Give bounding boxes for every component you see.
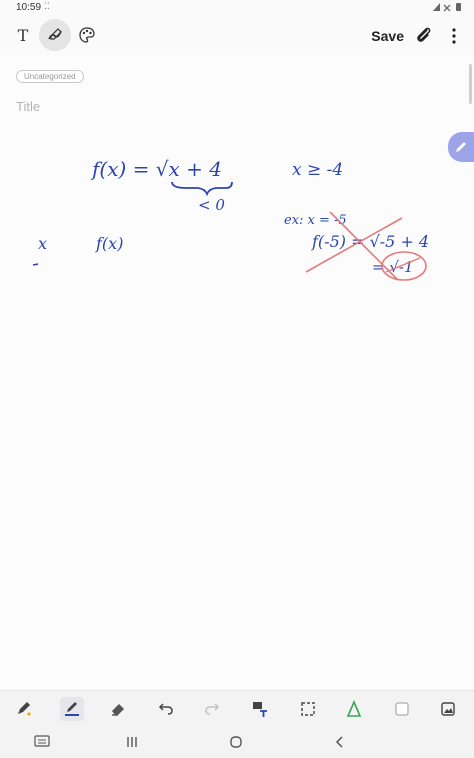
shape-icon (346, 700, 362, 717)
highlighter-icon (18, 702, 31, 716)
palette-icon (79, 27, 95, 43)
style-button[interactable] (71, 19, 103, 51)
status-time: 10:59 (16, 2, 42, 13)
insert-image-icon (441, 702, 455, 716)
ink-dash (32, 263, 39, 266)
keyboard-icon (34, 735, 50, 747)
ink-example: ex: x = -5 (284, 213, 347, 228)
undo-button[interactable] (154, 697, 178, 721)
ink-evaluation: f(-5) = √-5 + 4 (311, 232, 429, 251)
battery-wifi-icons (433, 3, 461, 12)
text-convert-icon (253, 702, 267, 717)
background-tool[interactable] (390, 697, 414, 721)
selection-tool[interactable] (296, 697, 320, 721)
system-nav-bar (0, 726, 474, 758)
handwriting-layer: f(x) = √x + 4 < 0 x ≥ -4 ex: x = -5 f(-5… (32, 157, 429, 281)
pen-tool[interactable] (60, 697, 84, 721)
attach-button[interactable] (414, 26, 436, 46)
ink-table-fx: f(x) (95, 234, 123, 253)
home-icon (230, 736, 242, 748)
keyboard-switch-button[interactable] (30, 732, 54, 752)
text-mode-button[interactable]: T (7, 19, 39, 51)
redo-icon (205, 703, 220, 715)
save-button[interactable]: Save (371, 28, 404, 44)
selection-icon (301, 702, 315, 716)
undo-icon (158, 703, 173, 715)
recent-apps-button[interactable] (120, 732, 144, 752)
more-options-button[interactable] (444, 26, 464, 46)
shape-tool[interactable] (342, 697, 366, 721)
insert-tool[interactable] (436, 697, 460, 721)
ink-under-root: < 0 (198, 196, 225, 214)
back-icon (335, 736, 343, 748)
eraser-icon (112, 704, 124, 716)
more-vertical-icon (452, 28, 456, 44)
top-toolbar: T Save (0, 16, 474, 54)
page-background-icon (395, 702, 409, 716)
pen-icon (65, 702, 79, 716)
ink-brace (171, 181, 233, 197)
ink-domain: x ≥ -4 (292, 160, 343, 180)
redo-button[interactable] (200, 697, 224, 721)
ink-table-x: x (38, 234, 47, 253)
back-button[interactable] (328, 732, 352, 752)
text-convert-tool[interactable] (248, 697, 272, 721)
drawing-tools-bar (0, 690, 474, 727)
paperclip-icon (417, 27, 431, 42)
home-button[interactable] (224, 732, 248, 752)
text-icon: T (17, 25, 29, 45)
status-icons (432, 2, 468, 14)
status-notification-dots: ⁚⁚ (44, 1, 50, 11)
pen-mode-button[interactable] (39, 19, 71, 51)
eraser-tool[interactable] (106, 697, 130, 721)
status-bar: 10:59 ⁚⁚ (0, 0, 474, 16)
ink-function-definition: f(x) = √x + 4 (90, 157, 222, 181)
highlighter-tool[interactable] (12, 697, 36, 721)
recent-apps-icon (127, 737, 137, 747)
pen-icon (48, 28, 62, 40)
